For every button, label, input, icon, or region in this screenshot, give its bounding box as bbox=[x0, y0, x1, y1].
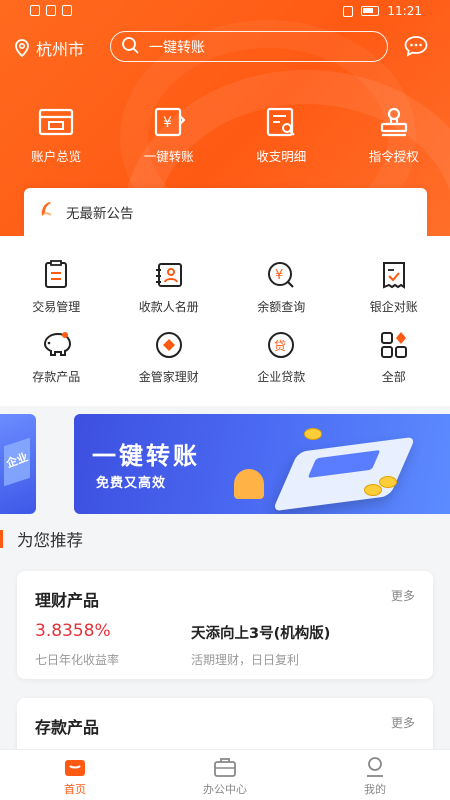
tab-profile[interactable]: 我的 bbox=[300, 750, 450, 800]
message-icon[interactable] bbox=[403, 34, 429, 62]
mute-icon bbox=[343, 5, 354, 17]
service-label: 金管家理财 bbox=[138, 370, 199, 384]
home-icon bbox=[65, 760, 85, 776]
product-description: 活期理财，日日复利 bbox=[191, 653, 300, 667]
svg-text:贷: 贷 bbox=[274, 339, 286, 353]
wealth-icon bbox=[155, 332, 182, 358]
service-loan[interactable]: 贷 企业贷款 bbox=[225, 330, 338, 385]
location-pin-icon bbox=[14, 39, 30, 57]
card-title: 存款产品 bbox=[35, 718, 100, 737]
reconcile-icon bbox=[382, 262, 405, 289]
service-label: 银企对账 bbox=[369, 300, 418, 314]
quick-transfer[interactable]: ¥ 一键转账 bbox=[113, 106, 226, 165]
tab-label: 我的 bbox=[364, 783, 386, 796]
notice-text: 无最新公告 bbox=[66, 206, 134, 222]
card-title: 理财产品 bbox=[35, 591, 100, 610]
briefcase-icon bbox=[214, 758, 236, 777]
transfer-icon: ¥ bbox=[154, 107, 186, 137]
transaction-icon bbox=[45, 260, 68, 288]
service-label: 企业贷款 bbox=[257, 370, 306, 384]
service-label: 收款人名册 bbox=[138, 300, 199, 314]
service-wealth[interactable]: 金管家理财 bbox=[113, 330, 226, 385]
service-label: 全部 bbox=[381, 370, 406, 384]
service-all[interactable]: 全部 bbox=[338, 330, 450, 385]
notification-icon bbox=[62, 5, 72, 16]
quick-account-overview[interactable]: 账户总览 bbox=[0, 106, 113, 165]
banner-title: 一键转账 bbox=[92, 442, 200, 470]
service-payee-book[interactable]: 收款人名册 bbox=[113, 260, 226, 315]
promo-banner[interactable]: 一键转账 免费又高效 bbox=[74, 414, 450, 514]
service-label: 交易管理 bbox=[32, 300, 81, 314]
service-label: 余额查询 bbox=[257, 300, 306, 314]
status-bar: 11:21 bbox=[0, 0, 450, 24]
notice-bar[interactable]: 无最新公告 bbox=[24, 188, 427, 236]
svg-text:¥: ¥ bbox=[275, 268, 283, 283]
city-label: 杭州市 bbox=[36, 40, 85, 59]
coin-illustration bbox=[304, 428, 322, 440]
quick-authorize[interactable]: 指令授权 bbox=[338, 106, 450, 165]
coin-illustration bbox=[379, 476, 397, 488]
quick-statement[interactable]: 收支明细 bbox=[225, 106, 338, 165]
tab-label: 首页 bbox=[64, 783, 86, 796]
tab-label: 办公中心 bbox=[203, 783, 247, 796]
service-grid: 交易管理 收款人名册 ¥ 余额查询 银企对账 存款产品 金管家理财 贷 企业贷款… bbox=[0, 236, 450, 406]
more-link[interactable]: 更多 bbox=[391, 587, 415, 604]
bottom-tab-bar: 首页 办公中心 我的 bbox=[0, 749, 450, 800]
search-placeholder: 一键转账 bbox=[149, 39, 205, 56]
service-deposit[interactable]: 存款产品 bbox=[0, 330, 113, 385]
yield-rate-label: 七日年化收益率 bbox=[35, 653, 120, 667]
service-balance[interactable]: ¥ 余额查询 bbox=[225, 260, 338, 315]
banner-prev[interactable]: 企业 bbox=[0, 414, 36, 514]
svg-text:¥: ¥ bbox=[163, 115, 172, 131]
battery-icon bbox=[361, 6, 380, 16]
service-reconcile[interactable]: 银企对账 bbox=[338, 260, 450, 315]
quick-action-label: 收支明细 bbox=[256, 149, 307, 164]
search-input[interactable]: 一键转账 bbox=[110, 31, 388, 62]
signal-icon bbox=[46, 5, 56, 16]
all-apps-icon bbox=[380, 332, 407, 358]
city-selector[interactable]: 杭州市 bbox=[14, 36, 84, 60]
coin-illustration bbox=[364, 484, 382, 496]
quick-action-label: 指令授权 bbox=[368, 149, 419, 164]
service-label: 存款产品 bbox=[32, 370, 81, 384]
sim-icon bbox=[30, 5, 40, 16]
section-accent-bar bbox=[0, 530, 3, 548]
piggy-bank-icon bbox=[44, 332, 72, 356]
payee-book-icon bbox=[155, 263, 182, 287]
search-icon bbox=[121, 36, 139, 58]
yield-rate: 3.8358% bbox=[35, 621, 111, 641]
statement-icon bbox=[267, 107, 295, 137]
notice-icon bbox=[38, 200, 56, 224]
recommend-title: 为您推荐 bbox=[17, 531, 83, 550]
person-illustration bbox=[234, 469, 264, 499]
account-overview-icon bbox=[39, 108, 74, 136]
quick-action-label: 账户总览 bbox=[31, 149, 82, 164]
phone-illustration bbox=[272, 436, 416, 512]
quick-action-label: 一键转账 bbox=[143, 149, 194, 164]
tab-home[interactable]: 首页 bbox=[0, 750, 150, 800]
status-time: 11:21 bbox=[387, 4, 422, 18]
product-name: 天添向上3号(机构版) bbox=[191, 626, 331, 642]
tab-office[interactable]: 办公中心 bbox=[150, 750, 300, 800]
banner-subtitle: 免费又高效 bbox=[96, 476, 167, 491]
balance-icon: ¥ bbox=[268, 262, 295, 288]
authorize-icon bbox=[380, 107, 407, 137]
recommend-header: 为您推荐 bbox=[0, 527, 450, 551]
service-transaction[interactable]: 交易管理 bbox=[0, 260, 113, 315]
profile-icon bbox=[367, 757, 383, 777]
loan-icon: 贷 bbox=[268, 332, 295, 358]
more-link[interactable]: 更多 bbox=[391, 714, 415, 731]
header-background: 11:21 杭州市 一键转账 账户总览 ¥ 一键转账 收支明细 指令授权 无最新… bbox=[0, 0, 450, 236]
wealth-product-card[interactable]: 理财产品 更多 3.8358% 七日年化收益率 天添向上3号(机构版) 活期理财… bbox=[17, 571, 433, 679]
